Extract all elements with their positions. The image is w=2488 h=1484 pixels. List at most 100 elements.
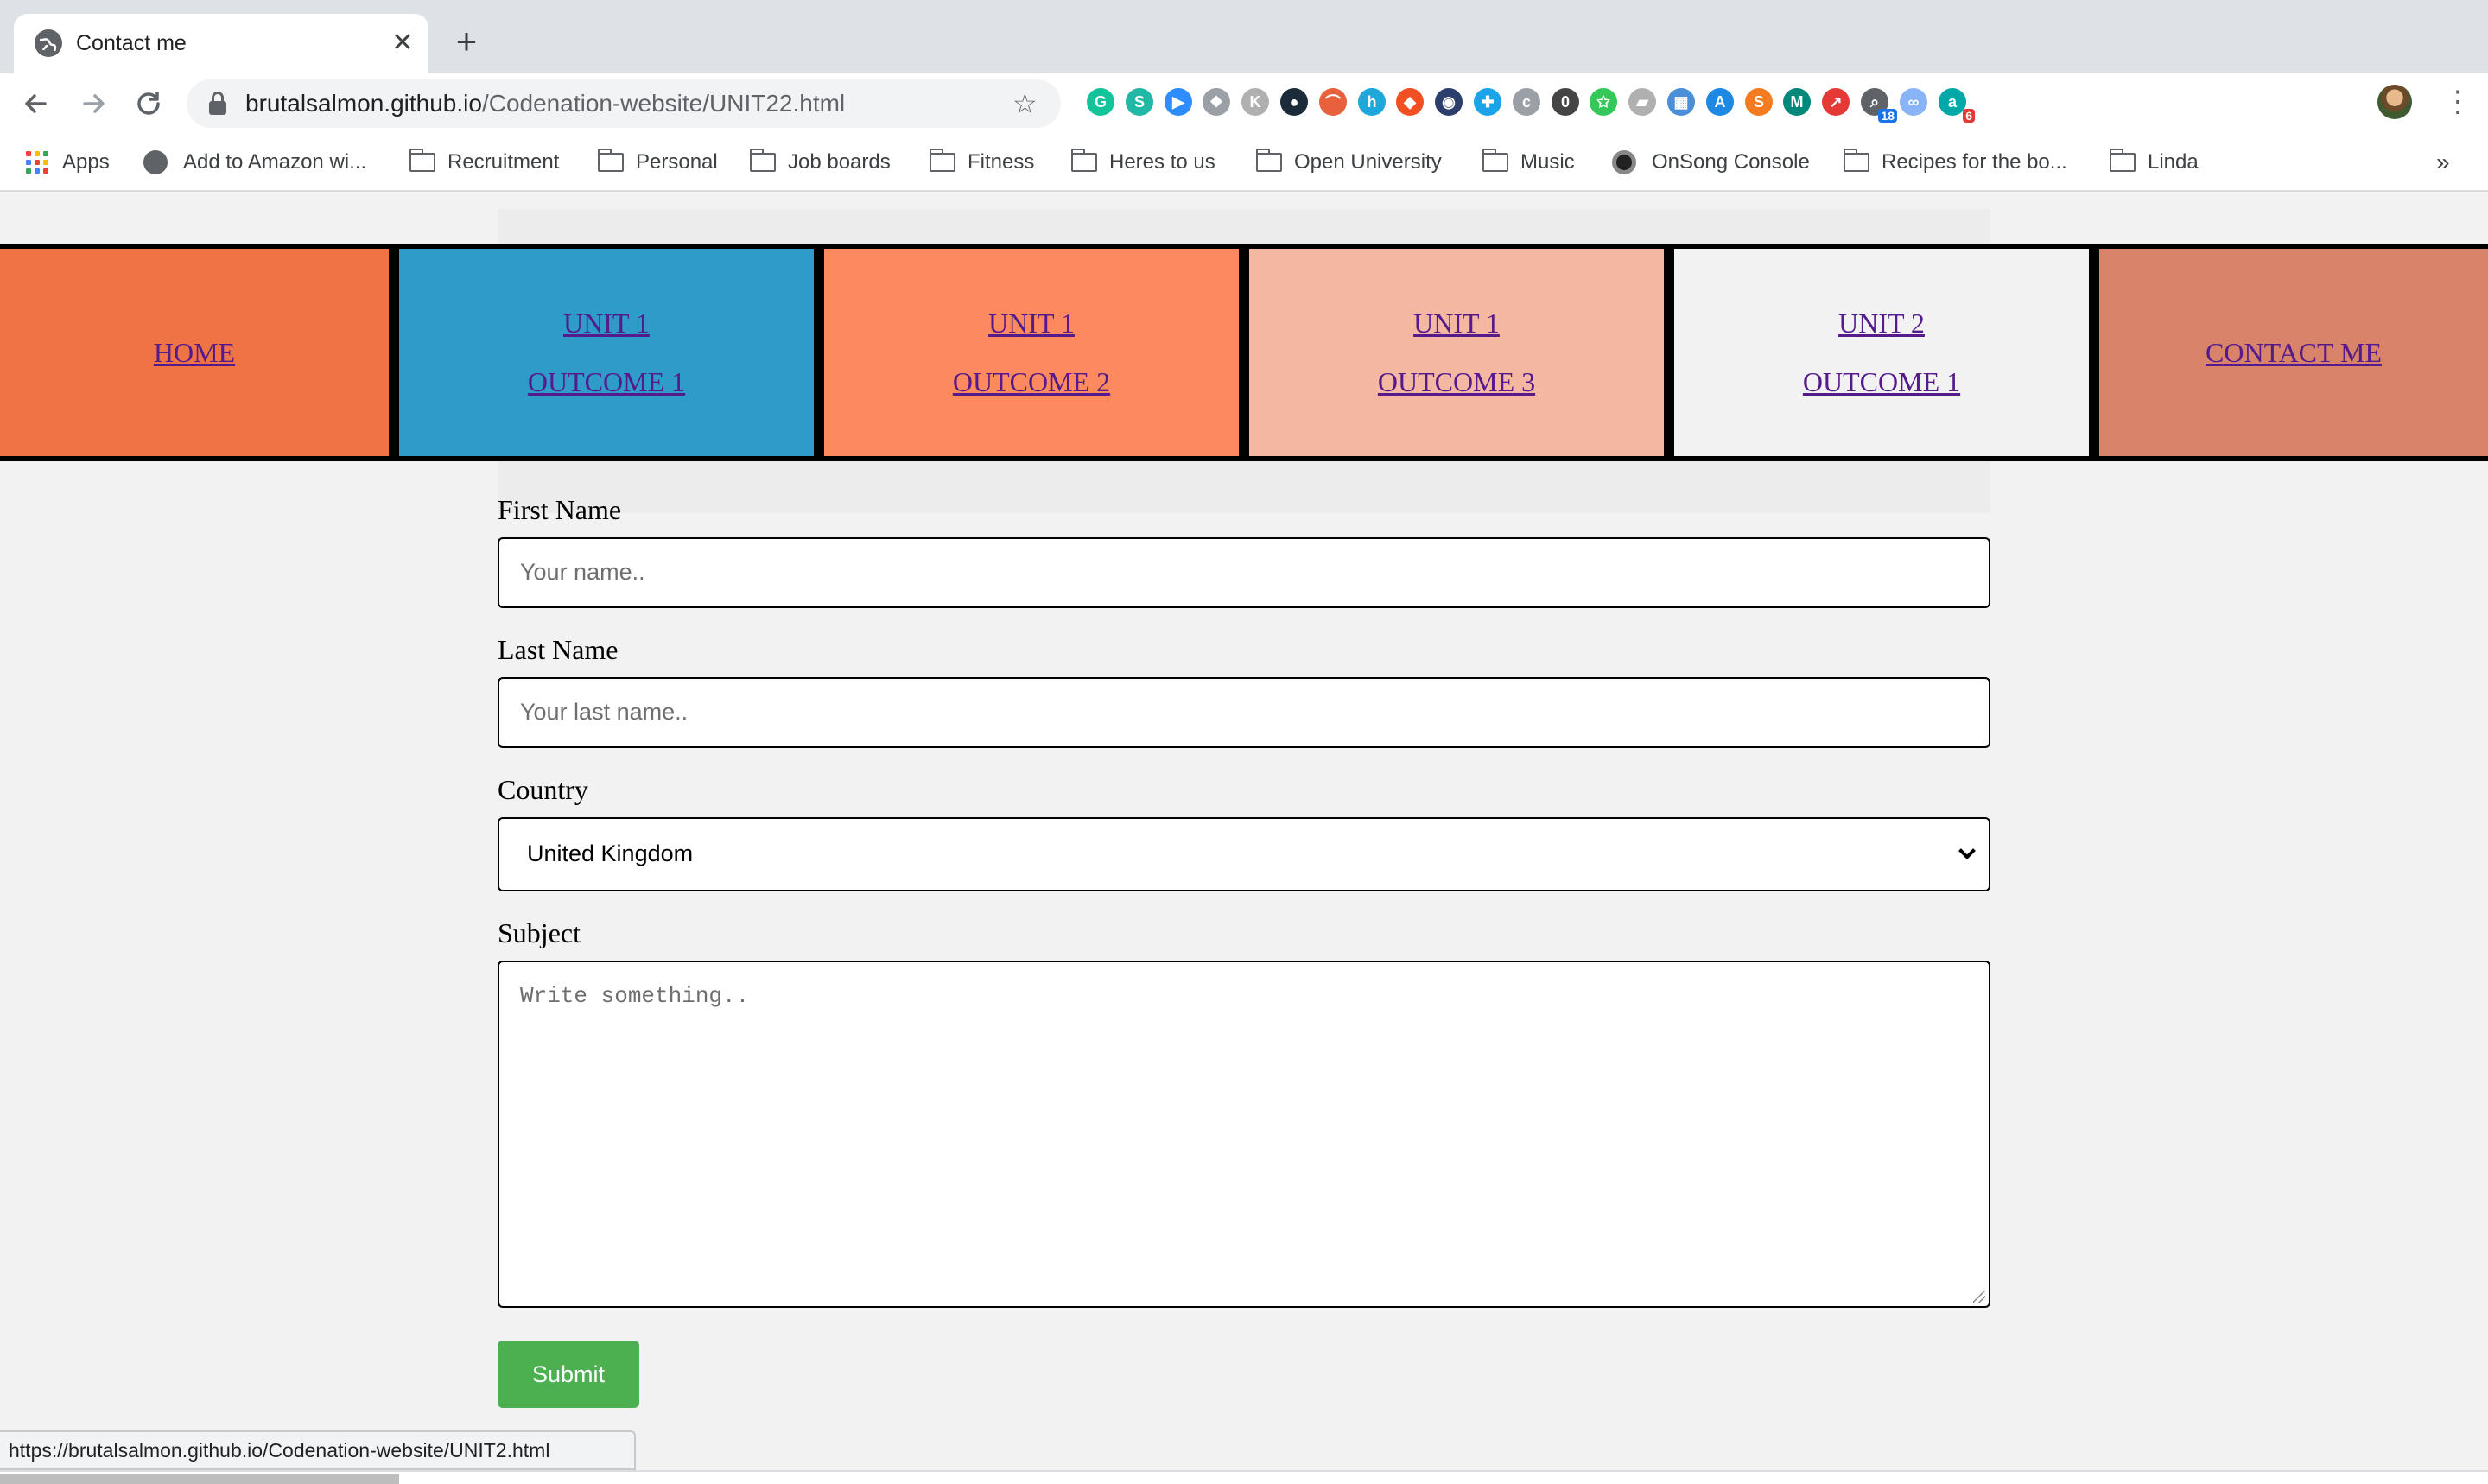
resize-handle[interactable] bbox=[1973, 1291, 1985, 1303]
fox-icon[interactable]: ◆ bbox=[1396, 88, 1424, 116]
country-select[interactable]: United Kingdom bbox=[498, 817, 1990, 891]
new-tab-button[interactable]: + bbox=[449, 23, 484, 60]
folder-icon bbox=[1256, 149, 1282, 172]
amazon-assistant-icon[interactable]: a6 bbox=[1939, 88, 1975, 123]
nav-item-unit-1-outcome-1[interactable]: UNIT 1 OUTCOME 1 bbox=[399, 249, 814, 456]
bookmark-item[interactable]: Personal bbox=[598, 147, 718, 178]
forward-arrow-icon[interactable] bbox=[76, 86, 111, 121]
bookmark-item[interactable]: Add to Amazon wi... bbox=[143, 147, 366, 178]
glasses-icon[interactable]: ∞ bbox=[1900, 88, 1927, 116]
bookmark-item[interactable]: Music bbox=[1482, 147, 1575, 178]
nav-link-text[interactable]: UNIT 1 bbox=[1413, 294, 1500, 352]
nav-link-text[interactable]: OUTCOME 1 bbox=[528, 352, 685, 411]
onsong-icon bbox=[1612, 150, 1636, 174]
bookmark-item[interactable]: Linda bbox=[2110, 147, 2199, 178]
hex-icon[interactable]: M bbox=[1783, 88, 1811, 116]
last-name-input[interactable]: Your last name.. bbox=[498, 677, 1990, 748]
submit-button[interactable]: Submit bbox=[498, 1341, 639, 1408]
browser-tab[interactable]: Contact me ✕ bbox=[14, 14, 428, 73]
bookmark-label: Open University bbox=[1294, 150, 1442, 174]
bookmark-item[interactable]: Open University bbox=[1256, 147, 1442, 178]
bookmark-item[interactable]: Fitness bbox=[930, 147, 1034, 178]
first-name-label: First Name bbox=[498, 494, 622, 525]
nav-link-text[interactable]: CONTACT ME bbox=[2206, 323, 2382, 382]
bookmark-label: Heres to us bbox=[1109, 150, 1215, 174]
nav-link-text[interactable]: OUTCOME 1 bbox=[1803, 352, 1960, 411]
lock-icon[interactable] bbox=[207, 92, 228, 116]
arc-icon[interactable]: ⌒ bbox=[1319, 88, 1347, 116]
bookmark-item[interactable]: Recruitment bbox=[409, 147, 559, 178]
folder-icon bbox=[598, 149, 624, 172]
folder-icon bbox=[2110, 149, 2136, 172]
first-name-input[interactable]: Your name.. bbox=[498, 537, 1990, 608]
tab-title: Contact me bbox=[76, 31, 187, 55]
nav-item-unit-1-outcome-3[interactable]: UNIT 1 OUTCOME 3 bbox=[1249, 249, 1664, 456]
link-status-bar: https://brutalsalmon.github.io/Codenatio… bbox=[0, 1430, 636, 1470]
grammarly-icon[interactable]: G bbox=[1087, 88, 1114, 116]
url-host: brutalsalmon.github.io bbox=[245, 90, 482, 117]
star-circle-icon[interactable]: ✩ bbox=[1590, 88, 1617, 116]
address-bar[interactable]: brutalsalmon.github.io/Codenation-websit… bbox=[187, 79, 1061, 128]
extension-badge: 18 bbox=[1878, 109, 1897, 123]
bookmark-item[interactable]: Apps bbox=[26, 147, 110, 178]
bookmarks-overflow-icon[interactable]: » bbox=[2436, 147, 2450, 178]
swirl-icon[interactable]: S bbox=[1745, 88, 1773, 116]
bookmark-star-icon[interactable]: ☆ bbox=[1012, 88, 1038, 119]
subject-placeholder: Write something.. bbox=[520, 983, 750, 1009]
map-icon[interactable]: ▦ bbox=[1667, 88, 1695, 116]
nav-item-unit-2-outcome-1[interactable]: UNIT 2 OUTCOME 1 bbox=[1674, 249, 2089, 456]
last-name-label: Last Name bbox=[498, 634, 619, 665]
note-icon[interactable]: ▰ bbox=[1628, 88, 1656, 116]
bookmark-item[interactable]: Job boards bbox=[750, 147, 891, 178]
shield-ext-icon[interactable]: ◉ bbox=[1435, 88, 1463, 116]
search-badge-icon[interactable]: ⌕ 18 bbox=[1861, 88, 1897, 123]
compass-icon[interactable]: A bbox=[1706, 88, 1734, 116]
bookmark-label: Personal bbox=[636, 150, 718, 174]
bookmark-label: Job boards bbox=[788, 150, 891, 174]
chat-bubble-icon[interactable]: ● bbox=[1280, 88, 1308, 116]
nav-link-text[interactable]: OUTCOME 2 bbox=[953, 352, 1110, 411]
honey-icon[interactable]: h bbox=[1358, 88, 1386, 116]
dropbox-icon[interactable]: ❖ bbox=[1203, 88, 1230, 116]
bookmark-item[interactable]: Heres to us bbox=[1071, 147, 1215, 178]
url-path: /Codenation-website/UNIT22.html bbox=[481, 90, 846, 117]
nav-link-text[interactable]: OUTCOME 3 bbox=[1378, 352, 1535, 411]
bookmark-label: OnSong Console bbox=[1652, 150, 1810, 174]
extension-s-icon[interactable]: S bbox=[1126, 88, 1153, 116]
nav-link-text[interactable]: UNIT 1 bbox=[988, 294, 1075, 352]
close-tab-icon[interactable]: ✕ bbox=[387, 28, 418, 59]
nav-item-home[interactable]: HOME bbox=[0, 249, 389, 456]
bookmarks-bar: Apps Add to Amazon wi... Recruitment Person… bbox=[0, 135, 2488, 192]
browser-menu-icon[interactable]: ⋮ bbox=[2443, 86, 2472, 117]
folder-icon bbox=[1844, 149, 1869, 172]
scrollbar-thumb[interactable] bbox=[0, 1474, 399, 1484]
nav-item-unit-1-outcome-2[interactable]: UNIT 1 OUTCOME 2 bbox=[824, 249, 1239, 456]
bookmark-label: Fitness bbox=[968, 150, 1035, 174]
folder-icon bbox=[409, 149, 435, 172]
nav-link-text[interactable]: UNIT 1 bbox=[563, 294, 650, 352]
folder-icon bbox=[1482, 149, 1508, 172]
bookmark-label: Add to Amazon wi... bbox=[183, 150, 367, 174]
back-arrow-icon[interactable] bbox=[19, 86, 54, 121]
reload-icon[interactable] bbox=[131, 86, 166, 121]
zoom-icon[interactable]: ▶ bbox=[1165, 88, 1192, 116]
folder-icon bbox=[930, 149, 955, 172]
extension-k-icon[interactable]: K bbox=[1241, 88, 1269, 116]
bookmark-label: Recipes for the bo... bbox=[1882, 150, 2067, 174]
crosshair-icon[interactable]: ✚ bbox=[1474, 88, 1501, 116]
nav-item-contact-me[interactable]: CONTACT ME bbox=[2099, 249, 2488, 456]
folder-icon bbox=[750, 149, 776, 172]
profile-avatar[interactable] bbox=[2377, 85, 2412, 119]
bookmark-item[interactable]: OnSong Console bbox=[1612, 147, 1810, 178]
nav-link-text[interactable]: UNIT 2 bbox=[1838, 294, 1925, 352]
bookmark-item[interactable]: Recipes for the bo... bbox=[1844, 147, 2067, 178]
extension-badge: 6 bbox=[1963, 109, 1975, 123]
nav-link-text[interactable]: HOME bbox=[154, 323, 235, 382]
clipboard-icon[interactable]: c bbox=[1513, 88, 1540, 116]
bookmark-label: Linda bbox=[2148, 150, 2199, 174]
subject-textarea[interactable]: Write something.. bbox=[498, 961, 1990, 1308]
zero-badge-icon[interactable]: 0 bbox=[1552, 88, 1579, 116]
chevron-down-icon bbox=[1958, 842, 1976, 859]
apps-grid-icon bbox=[26, 151, 48, 174]
pdf-icon[interactable]: ↗ bbox=[1822, 88, 1850, 116]
